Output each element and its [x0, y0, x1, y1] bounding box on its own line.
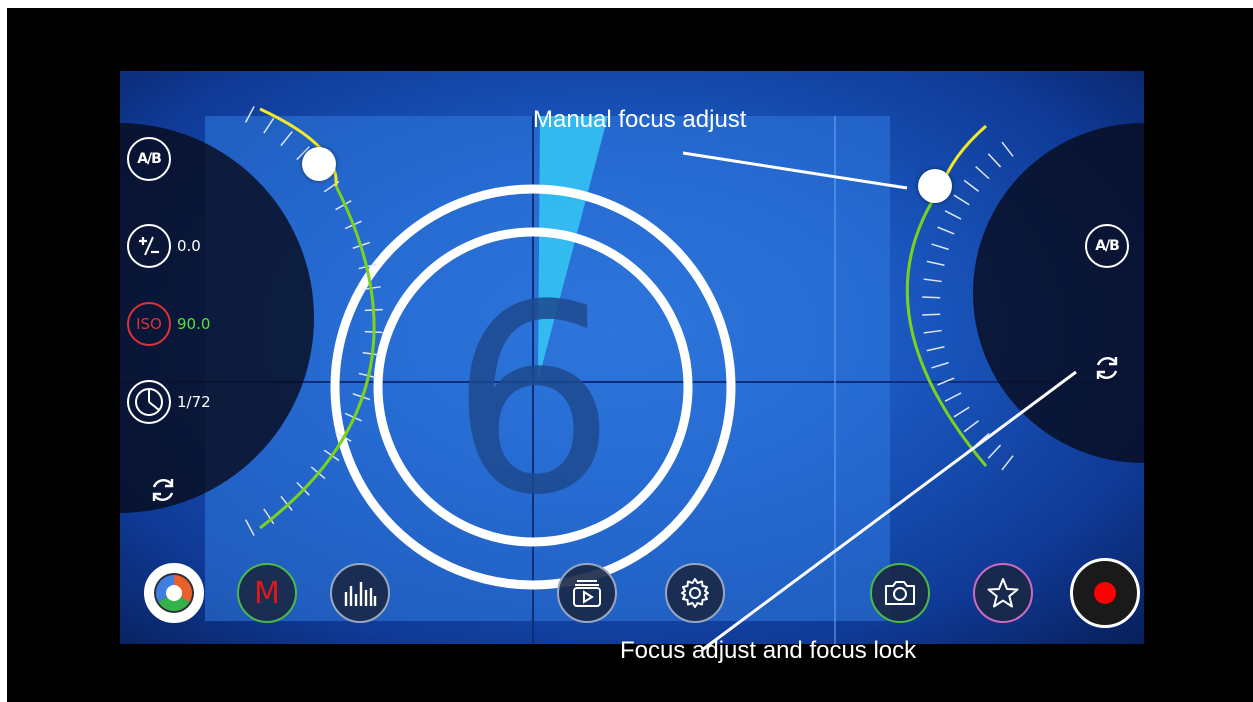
iso-button[interactable]: ISO — [127, 302, 171, 346]
camera-viewfinder[interactable]: 9 A/B 0.0 ISO 90.0 1/72 A/B M — [120, 71, 1144, 644]
refresh-icon[interactable] — [146, 473, 180, 512]
audio-levels-button[interactable] — [330, 563, 390, 623]
plus-minus-icon[interactable] — [127, 224, 171, 268]
color-wheel-icon — [154, 573, 194, 613]
ab-button-left[interactable]: A/B — [127, 137, 171, 181]
iso-value: 90.0 — [177, 315, 211, 333]
exposure-value: 0.0 — [177, 237, 201, 255]
countdown-number: 9 — [450, 239, 615, 541]
ab-toggle-left[interactable]: A/B — [127, 137, 171, 181]
favorites-button[interactable] — [973, 563, 1033, 623]
settings-button[interactable] — [665, 563, 725, 623]
video-gallery-icon — [573, 580, 601, 607]
focus-slider-knob-left[interactable] — [302, 147, 336, 181]
iso-control[interactable]: ISO 90.0 — [127, 302, 210, 346]
manual-focus-annotation: Manual focus adjust — [533, 106, 747, 133]
photo-capture-button[interactable] — [870, 563, 930, 623]
gear-icon — [681, 578, 709, 608]
ab-button-right[interactable]: A/B — [1085, 224, 1129, 268]
focus-lock-refresh-icon[interactable] — [1090, 351, 1124, 390]
audio-levels-icon — [344, 582, 377, 606]
record-icon — [1094, 582, 1116, 604]
focus-lock-annotation: Focus adjust and focus lock — [620, 637, 917, 664]
focus-slider-knob-right[interactable] — [918, 169, 952, 203]
star-icon — [987, 578, 1019, 608]
shutter-control[interactable]: 1/72 — [127, 380, 211, 424]
record-button[interactable] — [1070, 558, 1140, 628]
manual-mode-button[interactable]: M — [237, 563, 297, 623]
video-gallery-button[interactable] — [557, 563, 617, 623]
color-wheel-button[interactable] — [144, 563, 204, 623]
manual-mode-label: M — [254, 575, 280, 611]
ab-toggle-right[interactable]: A/B — [1085, 224, 1129, 268]
shutter-value: 1/72 — [177, 393, 211, 411]
camera-icon — [885, 581, 915, 605]
exposure-control[interactable]: 0.0 — [127, 224, 201, 268]
shutter-speed-icon[interactable] — [127, 380, 171, 424]
